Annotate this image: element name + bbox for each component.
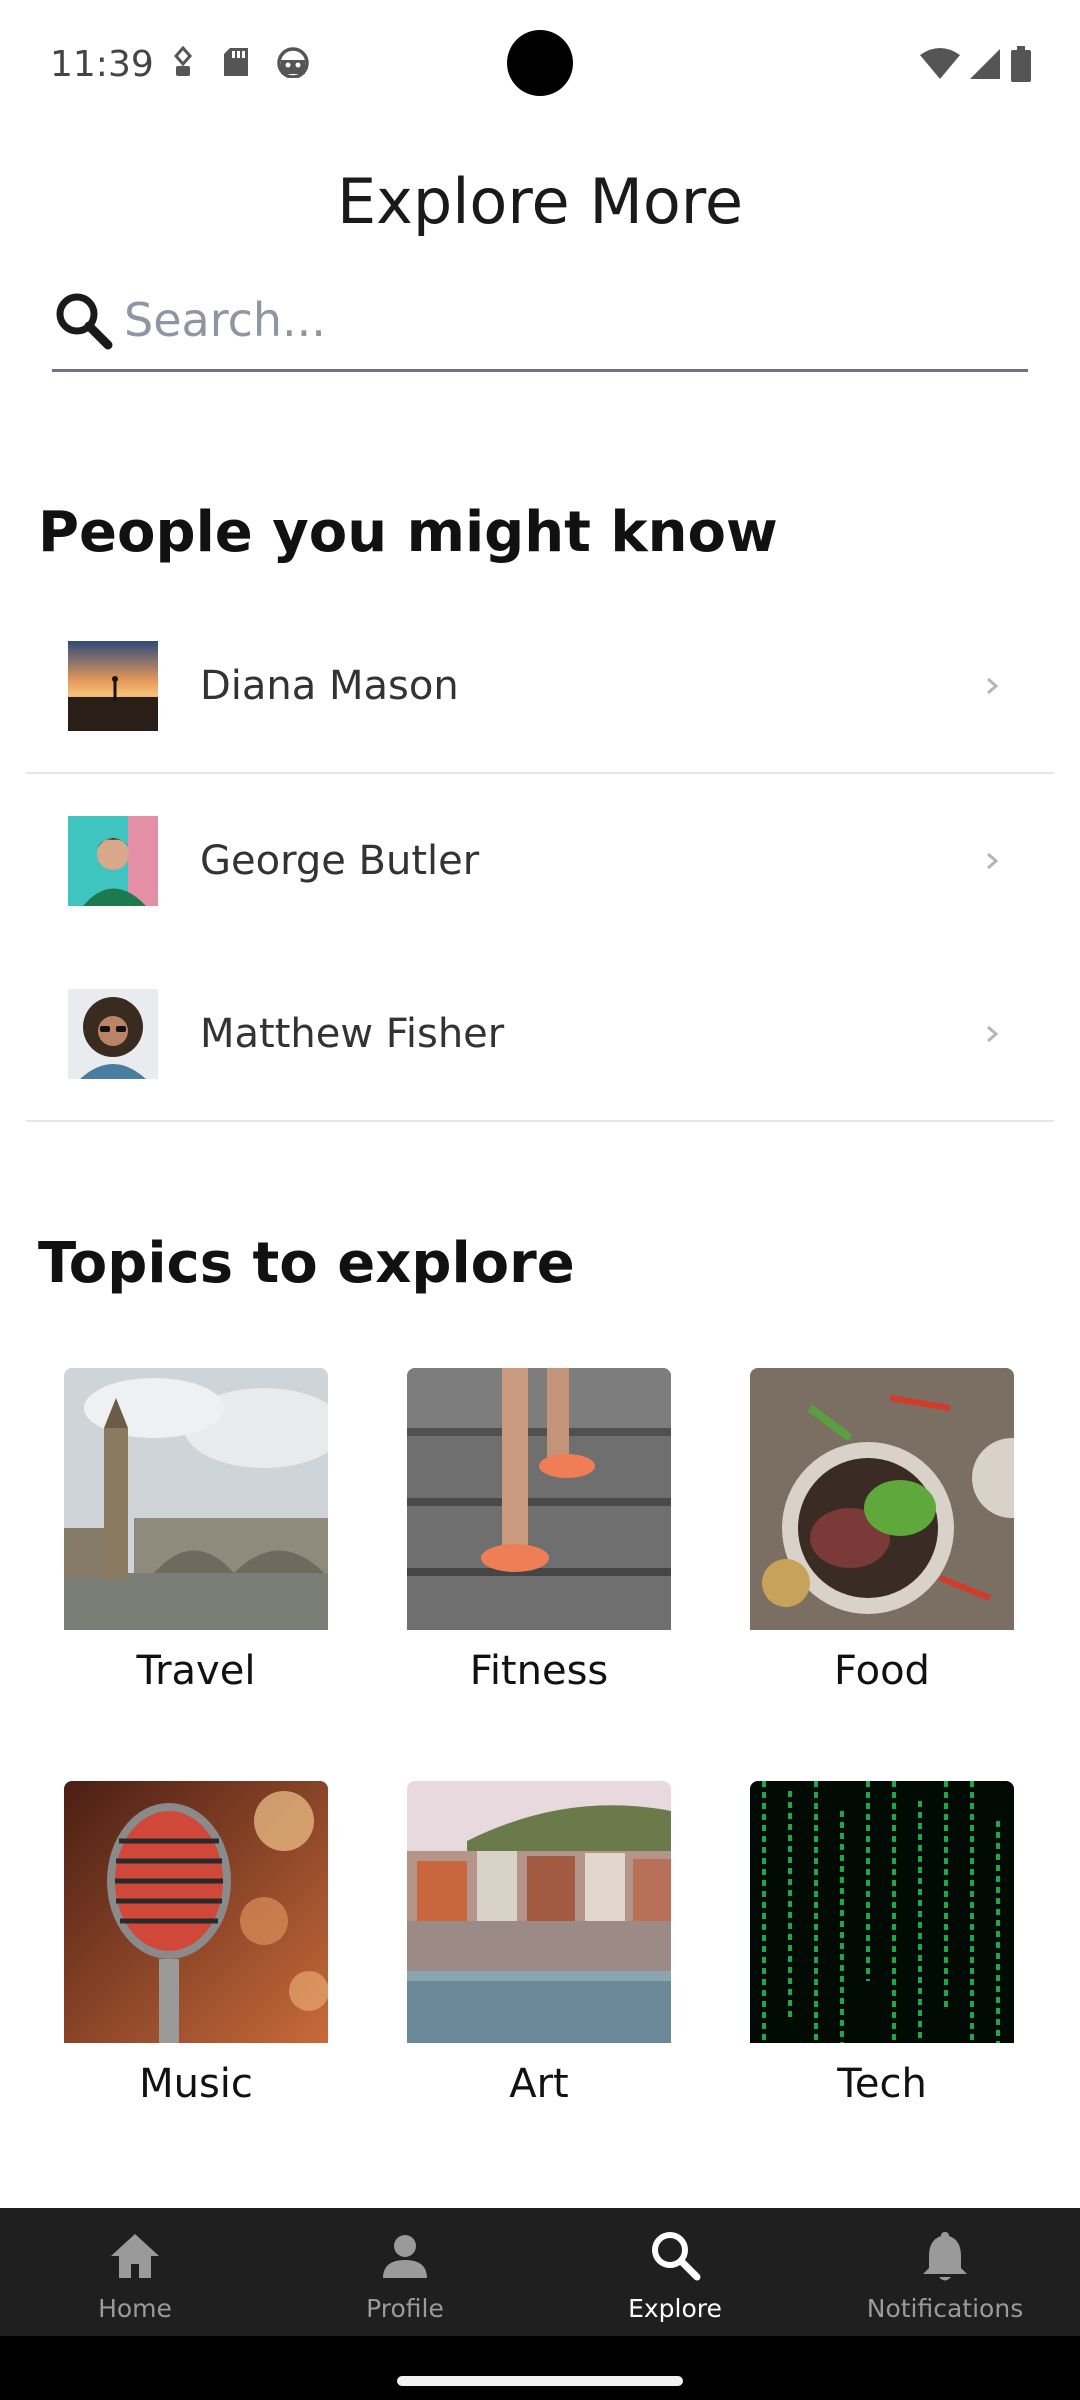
topic-card-music[interactable]: Music bbox=[64, 1781, 328, 2107]
topic-image bbox=[750, 1781, 1014, 2043]
topic-label: Food bbox=[834, 1648, 930, 1694]
topic-card-art[interactable]: Art bbox=[407, 1781, 671, 2107]
topic-label: Tech bbox=[837, 2061, 927, 2107]
avatar bbox=[68, 641, 158, 731]
topic-label: Travel bbox=[136, 1648, 256, 1694]
nav-label: Profile bbox=[366, 2294, 444, 2323]
person-row-matthew-fisher[interactable]: Matthew Fisher bbox=[26, 948, 1054, 1122]
topic-card-food[interactable]: Food bbox=[750, 1368, 1014, 1694]
topic-image bbox=[750, 1368, 1014, 1630]
topic-label: Fitness bbox=[469, 1648, 609, 1694]
status-system-icons bbox=[920, 46, 1032, 82]
page-title: Explore More bbox=[336, 165, 744, 238]
home-icon bbox=[111, 2234, 159, 2278]
gesture-area bbox=[0, 2336, 1080, 2400]
status-bar: 11:39 bbox=[0, 0, 1080, 130]
nav-label: Home bbox=[98, 2294, 172, 2323]
person-name: George Butler bbox=[200, 838, 480, 884]
wifi-icon bbox=[920, 48, 960, 79]
status-notification-icons bbox=[170, 46, 310, 78]
topic-image bbox=[407, 1368, 671, 1630]
people-list: Diana Mason George Butler Matthew Fisher bbox=[26, 600, 1054, 1122]
nav-label: Notifications bbox=[866, 2294, 1024, 2323]
nav-item-explore[interactable]: Explore bbox=[540, 2208, 810, 2336]
search-bar[interactable] bbox=[52, 270, 1028, 372]
topics-section-heading: Topics to explore bbox=[38, 1231, 575, 1296]
nav-label: Explore bbox=[628, 2294, 722, 2323]
topic-card-travel[interactable]: Travel bbox=[64, 1368, 328, 1694]
avatar bbox=[68, 989, 158, 1079]
battery-icon bbox=[1011, 46, 1031, 82]
topic-label: Music bbox=[139, 2061, 253, 2107]
people-section-heading: People you might know bbox=[38, 500, 778, 565]
avatar bbox=[68, 816, 158, 906]
topic-image bbox=[64, 1368, 328, 1630]
person-name: Diana Mason bbox=[200, 663, 459, 709]
cell-signal-icon bbox=[970, 49, 1000, 79]
bottom-navigation: Home Profile Explore Notifications bbox=[0, 2208, 1080, 2336]
android-icon bbox=[277, 47, 309, 78]
person-icon bbox=[383, 2235, 427, 2278]
search-icon bbox=[56, 293, 113, 349]
chevron-right-icon bbox=[987, 852, 999, 870]
person-row-diana-mason[interactable]: Diana Mason bbox=[26, 600, 1054, 774]
search-icon bbox=[652, 2232, 701, 2281]
nav-item-home[interactable]: Home bbox=[0, 2208, 270, 2336]
topic-image bbox=[407, 1781, 671, 2043]
nav-item-notifications[interactable]: Notifications bbox=[810, 2208, 1080, 2336]
chevron-right-icon bbox=[987, 677, 999, 695]
camera-cutout bbox=[507, 30, 573, 96]
sd-card-icon bbox=[224, 48, 248, 76]
topic-image bbox=[64, 1781, 328, 2043]
chevron-right-icon bbox=[987, 1025, 999, 1043]
gesture-handle[interactable] bbox=[397, 2376, 683, 2386]
topic-label: Art bbox=[509, 2061, 569, 2107]
topic-card-tech[interactable]: Tech bbox=[750, 1781, 1014, 2107]
nav-item-profile[interactable]: Profile bbox=[270, 2208, 540, 2336]
person-row-george-butler[interactable]: George Butler bbox=[26, 774, 1054, 948]
topic-card-fitness[interactable]: Fitness bbox=[407, 1368, 671, 1694]
bell-icon bbox=[923, 2232, 967, 2281]
usb-debug-icon bbox=[174, 46, 192, 76]
status-time: 11:39 bbox=[50, 44, 154, 85]
person-name: Matthew Fisher bbox=[200, 1011, 505, 1057]
topics-grid: Travel Fitness Food Music Art Tech bbox=[64, 1368, 1014, 2107]
search-input[interactable] bbox=[124, 292, 1004, 347]
